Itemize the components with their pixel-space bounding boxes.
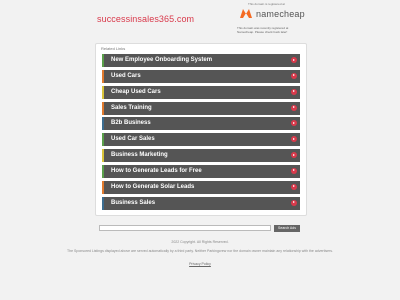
- copyright-text: 2022 Copyright. All Rights Reserved.: [171, 240, 229, 244]
- namecheap-n-icon: [240, 9, 252, 18]
- related-link-label: Business Sales: [111, 199, 156, 206]
- related-links-title: Related Links: [101, 46, 126, 51]
- domain-name: successinsales365.com: [97, 14, 195, 24]
- arrow-right-icon: [291, 120, 297, 127]
- arrow-right-icon: [291, 88, 297, 95]
- related-link-item[interactable]: How to Generate Leads for Free: [102, 164, 300, 178]
- search-ads-button[interactable]: Search Ads: [274, 225, 300, 232]
- related-link-item[interactable]: Used Car Sales: [102, 133, 300, 147]
- disclaimer-text: The Sponsored Listings displayed above a…: [67, 249, 333, 253]
- related-link-label: Sales Training: [111, 104, 152, 111]
- arrow-right-icon: [291, 167, 297, 174]
- related-link-label: How to Generate Leads for Free: [111, 167, 202, 174]
- arrow-right-icon: [291, 104, 297, 111]
- related-link-label: Used Cars: [111, 72, 141, 79]
- related-link-label: B2b Business: [111, 120, 151, 127]
- related-link-label: New Employee Onboarding System: [111, 57, 213, 63]
- related-link-label: Cheap Used Cars: [111, 88, 161, 95]
- privacy-policy-link[interactable]: Privacy Policy: [60, 262, 340, 266]
- arrow-right-icon: [291, 72, 297, 79]
- arrow-right-icon: [291, 183, 297, 190]
- related-link-item[interactable]: Sales Training: [102, 101, 300, 115]
- related-link-label: Business Marketing: [111, 152, 168, 159]
- related-link-label: Used Car Sales: [111, 136, 155, 143]
- registered-at-note: This domain is registered at: [248, 2, 285, 6]
- related-link-item[interactable]: Business Marketing: [102, 149, 300, 163]
- related-link-label: How to Generate Solar Leads: [111, 183, 195, 190]
- related-link-item[interactable]: Business Sales: [102, 196, 300, 210]
- registrar-note: This domain was recently registered at N…: [237, 26, 289, 34]
- related-link-item[interactable]: Used Cars: [102, 69, 300, 83]
- namecheap-logo[interactable]: namecheap: [239, 8, 305, 19]
- related-link-item[interactable]: Cheap Used Cars: [102, 85, 300, 99]
- search-input[interactable]: [99, 225, 271, 231]
- related-link-item[interactable]: B2b Business: [102, 117, 300, 131]
- search-row: Search Ads: [99, 225, 301, 232]
- related-link-item[interactable]: How to Generate Solar Leads: [102, 180, 300, 194]
- arrow-right-icon: [291, 136, 297, 143]
- arrow-right-icon: [291, 199, 297, 206]
- namecheap-wordmark: namecheap: [256, 8, 305, 19]
- related-link-item[interactable]: New Employee Onboarding System: [102, 54, 300, 67]
- arrow-right-icon: [291, 57, 297, 63]
- related-links-panel: Related Links New Employee Onboarding Sy…: [95, 43, 307, 216]
- arrow-right-icon: [291, 152, 297, 159]
- related-links-list: New Employee Onboarding System Used Cars C…: [102, 54, 300, 212]
